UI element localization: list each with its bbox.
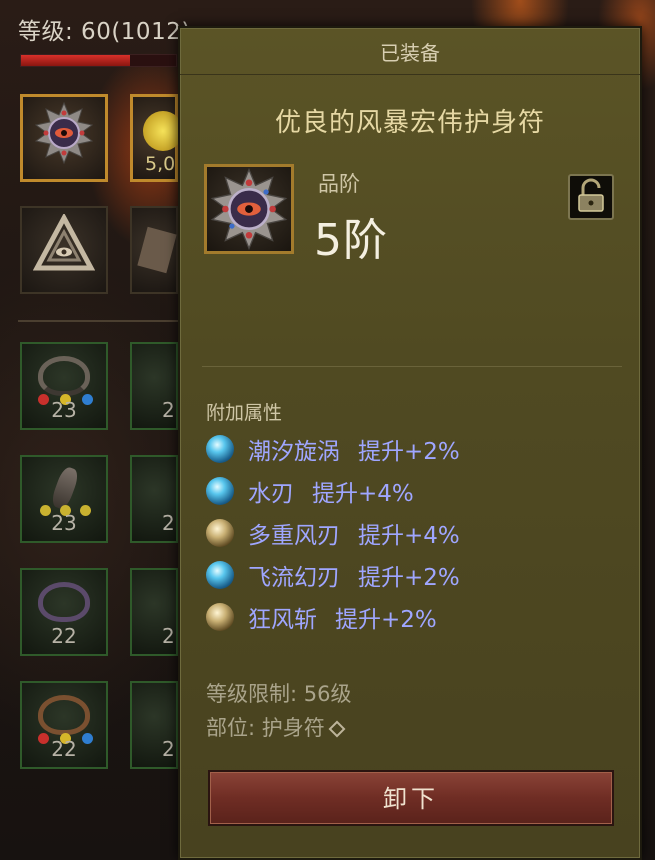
inventory-slot[interactable]: 23 xyxy=(20,342,108,430)
item-level: 22 xyxy=(51,737,77,761)
item-level: 2 xyxy=(162,737,175,761)
attributes-title: 附加属性 xyxy=(206,402,283,424)
attribute-name: 多重风刃 xyxy=(248,523,340,549)
item-level: 2 xyxy=(162,624,175,648)
inventory-slot[interactable]: 22 xyxy=(20,568,108,656)
attribute-name: 狂风斩 xyxy=(248,607,317,633)
triangle-eye-icon xyxy=(33,213,95,271)
item-level: 22 xyxy=(51,624,77,648)
water-skill-icon xyxy=(206,435,234,463)
inventory-slot[interactable]: 22 xyxy=(20,681,108,769)
unlocked-padlock-icon xyxy=(578,178,604,212)
item-level: 2 xyxy=(162,398,175,422)
attribute-row: 狂风斩 提升+2% xyxy=(206,596,460,638)
attribute-name: 潮汐旋涡 xyxy=(248,439,340,465)
water-skill-icon xyxy=(206,477,234,505)
gear-icon xyxy=(137,226,177,274)
attribute-bonus: 提升+2% xyxy=(358,439,460,465)
slot-part: 部位: 护身符 xyxy=(206,716,325,740)
wind-skill-icon xyxy=(206,519,234,547)
attribute-bonus: 提升+2% xyxy=(335,607,437,633)
ring-icon xyxy=(38,694,90,735)
amulet-slot-icon xyxy=(328,720,346,738)
attribute-row: 飞流幻刃 提升+2% xyxy=(206,554,460,596)
equipped-header: 已装备 xyxy=(180,28,640,75)
attribute-bonus: 提升+4% xyxy=(358,523,460,549)
attribute-row: 潮汐旋涡 提升+2% xyxy=(206,428,460,470)
health-bar xyxy=(20,54,177,67)
health-bar-fill xyxy=(21,55,130,66)
item-name: 优良的风暴宏伟护身符 xyxy=(274,108,545,138)
inventory-slot[interactable]: 2 xyxy=(130,681,178,769)
attribute-name: 飞流幻刃 xyxy=(248,565,340,591)
equipped-amulet-slot[interactable] xyxy=(20,94,108,182)
item-level: 23 xyxy=(51,398,77,422)
storm-amulet-icon xyxy=(210,167,288,251)
character-level: 等级: 60(1012) xyxy=(18,19,191,45)
equipped-relic-slot[interactable] xyxy=(20,206,108,294)
slot-value: 5,0 xyxy=(145,153,176,175)
attribute-row: 水刃 提升+4% xyxy=(206,470,460,512)
lock-toggle-button[interactable] xyxy=(568,174,614,220)
equipped-slot-2[interactable]: 5,0 xyxy=(130,94,183,182)
item-level: 23 xyxy=(51,511,77,535)
equipped-slot-4[interactable] xyxy=(130,206,178,294)
storm-amulet-icon xyxy=(34,101,94,165)
level-requirement: 等级限制: 56级 xyxy=(206,682,352,706)
item-tooltip-panel: 已装备 优良的风暴宏伟护身符 品阶 5阶 附加属性 潮汐旋涡 提升+2% 水刃 … xyxy=(178,26,642,860)
wind-skill-icon xyxy=(206,603,234,631)
ring-icon xyxy=(38,355,90,396)
item-icon-frame xyxy=(204,164,294,254)
attribute-row: 多重风刃 提升+4% xyxy=(206,512,460,554)
attribute-list: 潮汐旋涡 提升+2% 水刃 提升+4% 多重风刃 提升+4% 飞流幻刃 提升+2… xyxy=(206,428,460,638)
attribute-bonus: 提升+4% xyxy=(312,481,414,507)
item-level: 2 xyxy=(162,511,175,535)
talisman-icon xyxy=(49,465,81,511)
slot-part-row: 部位: 护身符 xyxy=(206,712,346,742)
inventory-slot[interactable]: 2 xyxy=(130,455,178,543)
water-skill-icon xyxy=(206,561,234,589)
attribute-bonus: 提升+2% xyxy=(358,565,460,591)
gold-orb-icon xyxy=(143,111,183,151)
tier-value: 5阶 xyxy=(314,215,388,266)
ring-icon xyxy=(38,581,90,622)
unequip-button[interactable]: 卸下 xyxy=(208,770,614,826)
tier-label: 品阶 xyxy=(318,172,360,196)
section-divider xyxy=(202,366,622,367)
inventory-slot[interactable]: 2 xyxy=(130,568,178,656)
inventory-slot[interactable]: 2 xyxy=(130,342,178,430)
attribute-name: 水刃 xyxy=(248,481,294,507)
inventory-slot[interactable]: 23 xyxy=(20,455,108,543)
inventory-divider xyxy=(18,320,178,322)
